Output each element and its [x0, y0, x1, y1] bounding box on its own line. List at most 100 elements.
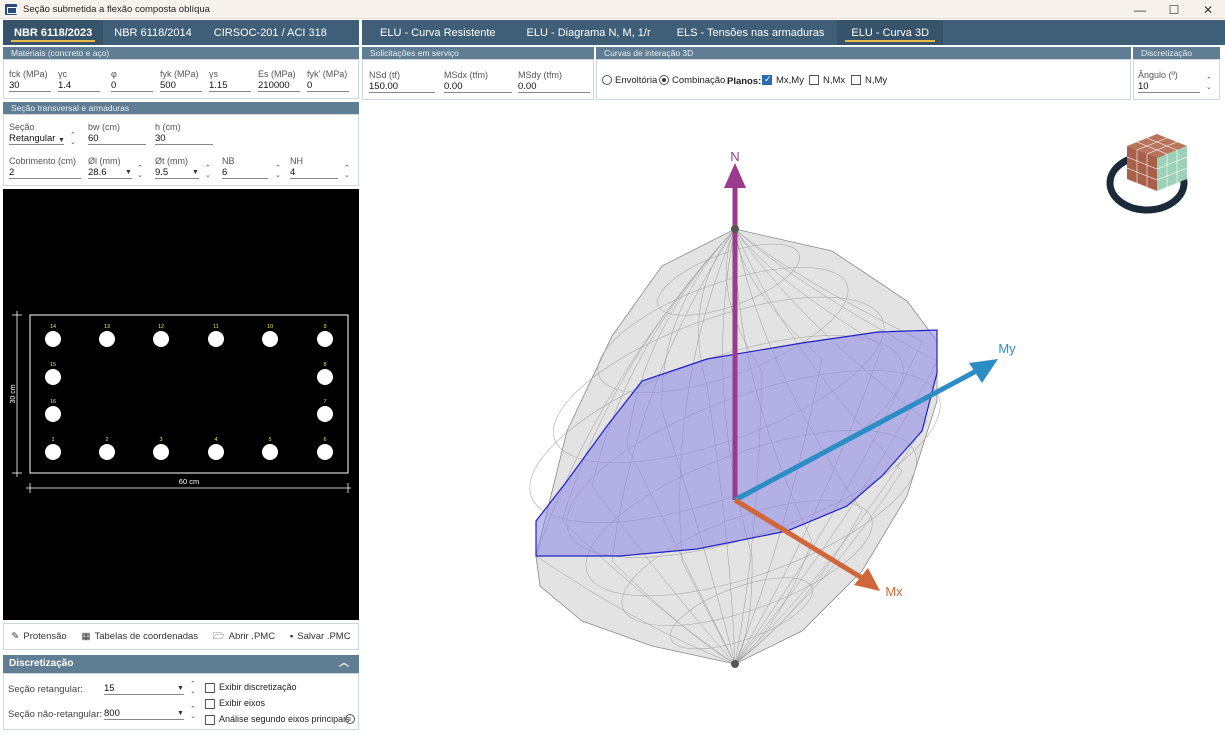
rebar-10: [262, 331, 278, 347]
tab-nbr-2014[interactable]: NBR 6118/2014: [103, 20, 202, 45]
angulo-input[interactable]: 10: [1138, 80, 1200, 93]
chevron-down-icon[interactable]: ▼: [192, 169, 199, 176]
result-tabs: ELU - Curva Resistente ELU - Diagrama N,…: [362, 20, 1225, 45]
plano-nmy-checkbox[interactable]: N,My: [851, 75, 887, 86]
nh-input[interactable]: 4: [290, 166, 338, 179]
fck-label: fck (MPa): [9, 69, 48, 79]
plano-mxmy-checkbox[interactable]: Mx,My: [762, 74, 804, 86]
es-label: Es (MPa): [258, 69, 296, 79]
cobrimento-input[interactable]: 2: [9, 166, 81, 179]
interacao-panel: Envoltória Combinação Planos: Mx,My N,Mx…: [596, 59, 1131, 100]
tab-curva-resistente[interactable]: ELU - Curva Resistente: [362, 20, 514, 45]
top-pole-marker: [731, 225, 739, 233]
chevron-up-icon[interactable]: ︿: [339, 655, 349, 673]
disc3d-header: Discretização: [1133, 47, 1220, 59]
rebar-number: 15: [50, 362, 56, 368]
secao-select[interactable]: Retangular: [9, 132, 64, 145]
msdy-label: MSdy (tfm): [518, 70, 562, 80]
rebar-2: [99, 444, 115, 460]
section-panel: Seção Retangular ▼ ⌃ ⌄ bw (cm) 60 h (cm) 30 …: [3, 114, 359, 186]
nb-input[interactable]: 6: [222, 166, 268, 179]
rebar-6: [317, 444, 333, 460]
spinner-icon[interactable]: ⌃ ⌄: [344, 165, 350, 179]
tab-diagrama[interactable]: ELU - Diagrama N, M, 1/r: [514, 20, 664, 45]
bw-label: bw (cm): [88, 122, 120, 132]
rebar-number: 10: [267, 324, 273, 330]
gamma-s-input[interactable]: 1.15: [209, 79, 251, 92]
exibir-discretizacao-checkbox[interactable]: Exibir discretização: [205, 682, 297, 693]
width-label: 60 cm: [179, 477, 199, 486]
salvar-button[interactable]: ▪ Salvar .PMC: [290, 631, 351, 642]
nsd-input[interactable]: 150.00: [369, 80, 435, 93]
interacao-header: Curvas de interação 3D: [596, 47, 1131, 59]
chevron-down-icon[interactable]: ▼: [177, 710, 184, 717]
ret-select[interactable]: 15: [104, 682, 184, 695]
spinner-icon[interactable]: ⌃ ⌄: [205, 165, 211, 179]
rebar-number: 8: [323, 362, 326, 368]
abrir-button[interactable]: 🗁 Abrir .PMC: [213, 629, 275, 645]
combinacao-radio[interactable]: Combinação: [659, 75, 725, 86]
rebar-number: 4: [214, 437, 217, 443]
close-button[interactable]: ✕: [1191, 0, 1225, 19]
exibir-eixos-checkbox[interactable]: Exibir eixos: [205, 698, 265, 709]
rebar-number: 1: [51, 437, 54, 443]
chevron-down-icon[interactable]: ▼: [177, 685, 184, 692]
chevron-down-icon[interactable]: ▼: [58, 137, 65, 144]
fyk-input[interactable]: 500: [160, 79, 202, 92]
eixos-principais-checkbox[interactable]: Análise segundo eixos principais: [205, 714, 350, 725]
spinner-icon[interactable]: ⌃ ⌄: [70, 132, 76, 146]
gamma-c-input[interactable]: 1.4: [58, 79, 100, 92]
envoltoria-radio[interactable]: Envoltória: [602, 75, 657, 86]
maximize-button[interactable]: ☐: [1157, 0, 1191, 19]
view-cube[interactable]: [1106, 134, 1188, 214]
interaction-3d-view[interactable]: N My Mx: [362, 101, 1225, 736]
table-icon: ▦: [81, 631, 91, 642]
spinner-icon[interactable]: ⌃ ⌄: [275, 165, 281, 179]
tab-cirsoc[interactable]: CIRSOC-201 / ACI 318: [203, 20, 338, 45]
tab-tensoes[interactable]: ELS - Tensões nas armaduras: [664, 20, 838, 45]
spinner-icon[interactable]: ⌃ ⌄: [190, 681, 196, 695]
msdx-label: MSdx (tfm): [444, 70, 488, 80]
app-icon: [5, 3, 17, 15]
fyk-comp-input[interactable]: 0: [307, 79, 349, 92]
tabelas-button[interactable]: ▦ Tabelas de coordenadas: [82, 631, 199, 642]
protensao-button[interactable]: ✎ Protensão: [11, 631, 66, 642]
bw-input[interactable]: 60: [88, 132, 146, 145]
fck-input[interactable]: 30: [9, 79, 51, 92]
discretizacao-title: Discretização: [9, 658, 74, 669]
rebar-14: [45, 331, 61, 347]
es-input[interactable]: 210000: [258, 79, 300, 92]
rebar-number: 3: [159, 437, 162, 443]
tab-nbr-2023[interactable]: NBR 6118/2023: [3, 20, 104, 45]
rebar-number: 2: [105, 437, 108, 443]
phi-input[interactable]: 0: [111, 79, 153, 92]
rebar-8: [317, 369, 333, 385]
spinner-icon[interactable]: ⌃ ⌄: [137, 165, 143, 179]
discretizacao-header[interactable]: Discretização ︿: [3, 655, 359, 673]
rebar-number: 12: [158, 324, 164, 330]
nret-select[interactable]: 800: [104, 707, 184, 720]
msdy-input[interactable]: 0.00: [518, 80, 590, 93]
spinner-icon[interactable]: ⌃ ⌄: [190, 706, 196, 720]
section-outline: [29, 314, 349, 474]
spinner-icon[interactable]: ⌃ ⌄: [1206, 77, 1212, 91]
angulo-label: Ângulo (º): [1138, 70, 1178, 80]
phit-label: Øt (mm): [155, 156, 188, 166]
n-axis-label: N: [730, 149, 739, 164]
planos-label: Planos:: [727, 76, 762, 87]
info-icon[interactable]: i: [345, 714, 355, 724]
solicitacoes-header: Solicitações em serviço: [362, 47, 594, 59]
msdx-input[interactable]: 0.00: [444, 80, 512, 93]
chevron-down-icon[interactable]: ▼: [125, 169, 132, 176]
h-input[interactable]: 30: [155, 132, 213, 145]
rebar-number: 13: [104, 324, 110, 330]
rebar-15: [45, 369, 61, 385]
plano-nmx-checkbox[interactable]: N,Mx: [809, 75, 845, 86]
nb-label: NB: [222, 156, 235, 166]
gamma-c-label: γc: [58, 69, 67, 79]
section-drawing[interactable]: 60 cm 30 cm 14 13 12 11 10 9 15 8 16 7 1 2 3 4 5 6: [3, 189, 359, 620]
abrir-label: Abrir .PMC: [228, 631, 276, 642]
tab-curva-3d[interactable]: ELU - Curva 3D: [837, 20, 944, 45]
materials-panel: fck (MPa) 30 γc 1.4 φ0 fyk (MPa) 500 γs 1.15…: [3, 59, 359, 99]
minimize-button[interactable]: —: [1123, 0, 1157, 19]
